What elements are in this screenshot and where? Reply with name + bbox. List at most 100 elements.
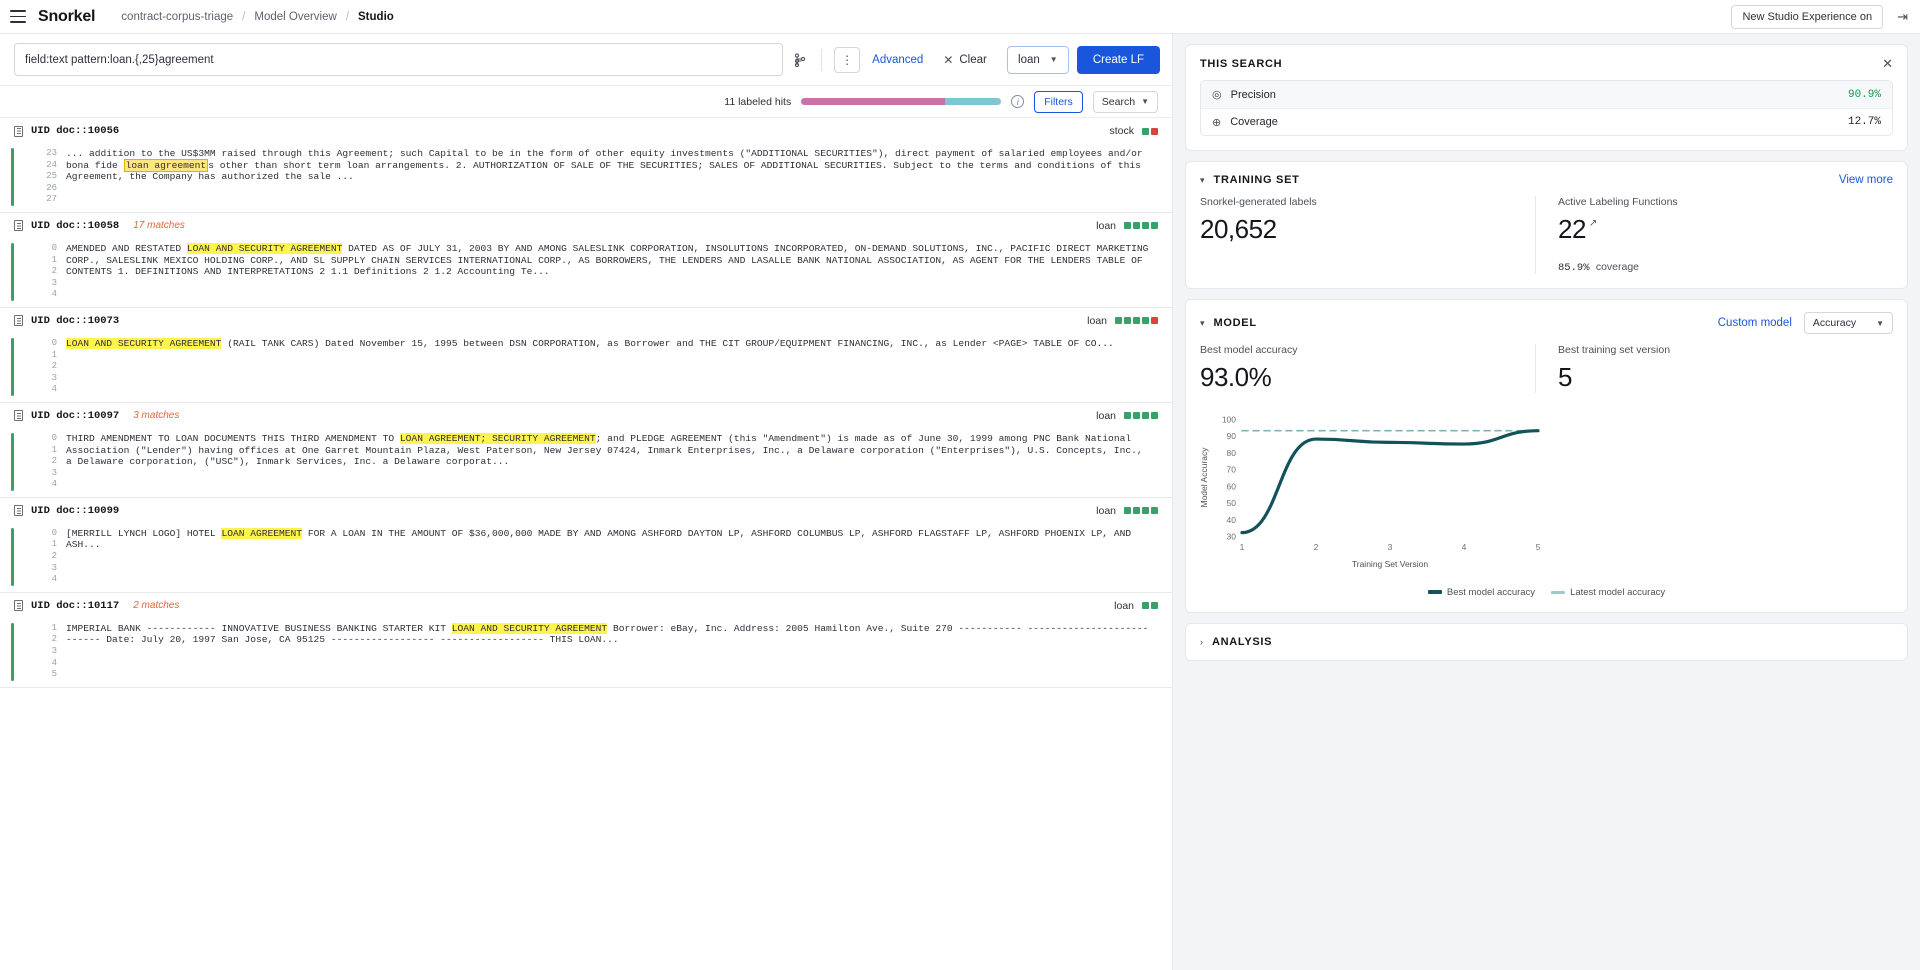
document-text: IMPERIAL BANK ------------ INNOVATIVE BU… [66,622,1172,681]
model-accuracy-chart: 30 40 50 60 70 80 90 100 1 2 3 4 5 Model Accuracy Trai… [1186,407,1907,612]
info-icon[interactable]: i [1011,95,1025,108]
lf-vote-dot [1151,127,1158,135]
breadcrumb-item-model-overview[interactable]: Model Overview [254,11,336,23]
kpi-snorkel-generated-labels: Snorkel-generated labels 20,652 [1200,196,1535,274]
document-meta: loan [1096,505,1158,517]
hierarchy-icon[interactable] [793,52,807,67]
document-meta: loan [1087,315,1158,327]
y-axis-tick-label: 100 [1222,415,1236,425]
search-options-menu-icon[interactable]: ⋮ [834,46,861,73]
this-search-title: THIS SEARCH [1200,57,1283,70]
document-row[interactable]: UID doc::10058 17 matches loan 0 1 2 3 4 AMENDED… [0,212,1172,308]
line-number-gutter: 12345 [14,623,66,681]
document-header: UID doc::10097 3 matches loan [0,402,1172,429]
labeled-hits-label: 11 labeled hits [724,95,792,108]
legend-label: Latest model accuracy [1570,587,1666,598]
precision-label: Precision [1230,88,1276,101]
y-axis-tick-label: 80 [1227,448,1237,458]
chart-series-best-model-accuracy [1240,429,1540,535]
line-number: 2 [51,266,57,277]
advanced-search-link[interactable]: Advanced [872,54,923,66]
line-number: 3 [51,372,57,383]
search-mode-button[interactable]: Search ▼ [1092,90,1158,113]
lf-vote-dot [1142,222,1149,230]
document-row[interactable]: UID doc::10117 2 matches loan 1 2 3 4 5 IMPERIAL… [0,592,1172,688]
model-metric-select[interactable]: Accuracy ▼ [1803,312,1893,334]
search-input[interactable] [25,53,773,66]
custom-model-link[interactable]: Custom model [1718,317,1792,329]
analysis-card[interactable]: › ANALYSIS [1185,623,1908,661]
document-header: UID doc::10056 stock [0,118,1172,144]
line-number: 3 [51,562,57,573]
external-link-icon[interactable]: ↗ [1589,218,1597,229]
document-label-tag: stock [1109,125,1134,137]
gutter-wrap: 01234 [0,527,66,586]
text-segment: AMENDED AND RESTATED [66,242,187,254]
lf-vote-dots [1124,412,1158,420]
document-row[interactable]: UID doc::10056 stock 23 24 25 26 27... additio… [0,118,1172,213]
line-number: 26 [46,182,57,193]
gutter-wrap: 23 24 25 26 27 [0,148,66,206]
lf-vote-dot [1142,127,1149,135]
text-segment: [MERRILL LYNCH LOGO] HOTEL [66,527,222,539]
breadcrumb-separator: / [345,10,350,23]
document-list[interactable]: UID doc::10056 stock 23 24 25 26 27... additio… [0,118,1172,970]
document-row[interactable]: UID doc::10099 loan 0 1 2 3 4 [MERRILL LYNCH LO… [0,497,1172,593]
close-icon[interactable]: ✕ [1882,57,1893,70]
label-class-select[interactable]: loan ▼ [1006,45,1069,74]
search-mode-label: Search [1101,95,1136,108]
document-label-tag: loan [1096,504,1116,517]
chevron-down-icon[interactable]: ▾ [1200,318,1205,329]
search-box[interactable] [14,43,784,76]
line-number: 3 [51,467,57,478]
document-uid: UID doc::10058 [31,219,120,232]
document-row[interactable]: UID doc::10073 loan 0 1 2 3 4 LOAN AND SECURITY… [0,307,1172,403]
line-number: 4 [51,289,57,300]
kpi-value: 93.0% [1200,362,1272,392]
match-highlight: LOAN AND SECURITY AGREEMENT [66,337,222,349]
document-body: 23 24 25 26 27... addition to the US$3MM rai… [0,144,1172,212]
document-body: 0 1 2 3 4 AMENDED AND RESTATED LOAN AND SECUR… [0,238,1172,307]
text-segment: s other than short term loan arrangement… [66,159,1141,183]
this-search-card: THIS SEARCH ✕ ◎ Precision 90.9% ⊕ Covera… [1185,44,1908,151]
clear-label: Clear [959,53,987,66]
this-search-metrics: ◎ Precision 90.9% ⊕ Coverage 12.7% [1200,80,1893,136]
clear-search-button[interactable]: ✕ Clear [943,53,987,67]
document-meta: stock [1109,125,1158,137]
chevron-down-icon[interactable]: ▾ [1200,175,1205,186]
breadcrumb-item-dataset[interactable]: contract-corpus-triage [121,11,233,23]
breadcrumb: contract-corpus-triage / Model Overview … [121,11,394,23]
lf-vote-dots [1142,602,1158,610]
chevron-down-icon: ▼ [1049,55,1058,64]
document-row[interactable]: UID doc::10097 3 matches loan 0 1 2 3 4 THIRD AM… [0,402,1172,498]
view-more-link[interactable]: View more [1839,174,1893,186]
create-lf-button[interactable]: Create LF [1076,45,1160,74]
document-header: UID doc::10073 loan [0,307,1172,334]
lf-vote-dot [1151,412,1158,420]
lf-vote-dot [1133,412,1140,420]
document-text: THIRD AMENDMENT TO LOAN DOCUMENTS THIS T… [66,432,1172,491]
y-axis-tick-label: 30 [1227,532,1237,542]
close-icon: ✕ [943,52,954,67]
document-icon [14,505,23,517]
training-set-actions: View more [1839,174,1893,186]
collapse-panel-icon[interactable]: ⇥ [1897,10,1908,23]
coverage-label: Coverage [1230,116,1278,128]
chart-legend: Best model accuracy Latest model accurac… [1196,587,1897,604]
match-highlight: LOAN AGREEMENT; SECURITY AGREEMENT [399,432,596,444]
breadcrumb-item-studio[interactable]: Studio [358,11,394,23]
brand-logo[interactable]: Snorkel [38,8,95,26]
line-number: 4 [51,574,57,585]
document-text: LOAN AND SECURITY AGREEMENT (RAIL TANK C… [66,337,1172,396]
y-axis-label: Model Accuracy [1199,447,1209,508]
new-studio-experience-toggle[interactable]: New Studio Experience on [1731,4,1884,29]
legend-item-latest: Latest model accuracy [1551,587,1665,598]
filters-button[interactable]: Filters [1034,90,1083,113]
legend-label: Best model accuracy [1446,587,1536,598]
analysis-header[interactable]: › ANALYSIS [1186,624,1907,660]
document-body: 0 1 2 3 4 THIRD AMENDMENT TO LOAN DOCUMENTS T… [0,428,1172,497]
document-meta: loan [1096,220,1158,232]
lf-vote-dot [1124,412,1131,420]
hamburger-icon[interactable] [10,10,26,23]
globe-icon: ⊕ [1212,116,1222,129]
